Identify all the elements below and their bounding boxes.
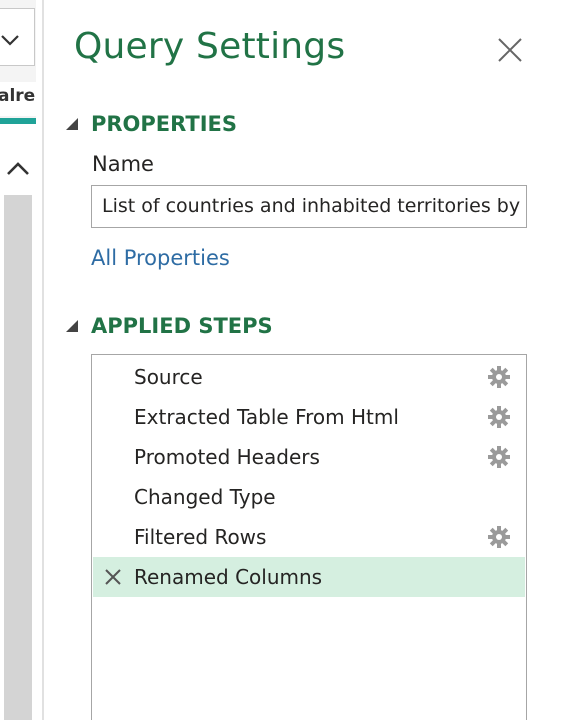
delete-step-icon[interactable] <box>104 568 122 586</box>
close-icon <box>498 38 522 62</box>
step-label: Source <box>134 365 203 389</box>
all-properties-link[interactable]: All Properties <box>91 246 230 270</box>
collapse-triangle-icon <box>66 118 78 130</box>
column-header[interactable]: alreg <box>0 82 36 116</box>
applied-steps-heading: APPLIED STEPS <box>91 314 273 338</box>
step-label: Filtered Rows <box>134 525 267 549</box>
step-label: Extracted Table From Html <box>134 405 399 429</box>
chevron-down-icon <box>1 35 19 46</box>
vertical-scrollbar[interactable] <box>4 195 32 720</box>
editor-dropdown[interactable] <box>0 8 35 66</box>
step-promoted-headers[interactable]: Promoted Headers <box>93 437 525 477</box>
properties-heading: PROPERTIES <box>91 112 237 136</box>
properties-section-header[interactable]: PROPERTIES <box>64 112 237 136</box>
column-header-label: alreg <box>0 86 36 106</box>
pane-title: Query Settings <box>74 26 346 67</box>
step-source[interactable]: Source <box>93 357 525 397</box>
step-filtered-rows[interactable]: Filtered Rows <box>93 517 525 557</box>
step-label: Renamed Columns <box>134 565 323 589</box>
gear-icon[interactable] <box>487 445 511 469</box>
step-changed-type[interactable]: Changed Type <box>93 477 525 517</box>
applied-steps-section-header[interactable]: APPLIED STEPS <box>64 314 273 338</box>
applied-steps-list: Source Extracted Table From Html Promote… <box>91 354 527 720</box>
step-renamed-columns[interactable]: Renamed Columns <box>93 557 525 597</box>
close-button[interactable] <box>496 36 524 64</box>
gear-icon[interactable] <box>487 525 511 549</box>
name-label: Name <box>92 152 154 176</box>
collapse-triangle-icon <box>66 320 78 332</box>
gear-icon[interactable] <box>487 405 511 429</box>
query-name-input[interactable]: List of countries and inhabited territor… <box>91 185 527 228</box>
pane-divider <box>42 0 44 720</box>
step-label: Changed Type <box>134 485 276 509</box>
chevron-up-icon <box>7 162 29 175</box>
gear-icon[interactable] <box>487 365 511 389</box>
scroll-up-button[interactable] <box>0 148 36 190</box>
step-extracted-table[interactable]: Extracted Table From Html <box>93 397 525 437</box>
step-label: Promoted Headers <box>134 445 320 469</box>
